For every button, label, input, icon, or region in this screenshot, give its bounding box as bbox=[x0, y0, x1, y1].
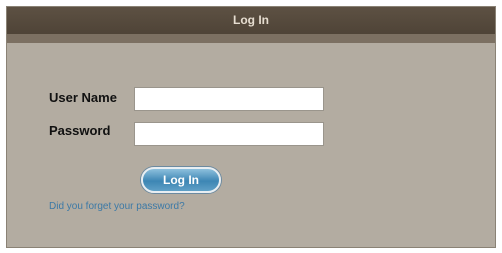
login-panel: Log In User Name Password Log In Did you… bbox=[6, 6, 496, 248]
username-input[interactable] bbox=[134, 87, 324, 111]
login-button-label: Log In bbox=[163, 173, 199, 187]
dialog-header: Log In bbox=[7, 7, 495, 43]
username-label: User Name bbox=[49, 90, 117, 105]
password-label: Password bbox=[49, 123, 111, 138]
forgot-password-link[interactable]: Did you forget your password? bbox=[49, 201, 185, 212]
login-button[interactable]: Log In bbox=[141, 167, 221, 193]
dialog-title: Log In bbox=[233, 13, 269, 27]
password-input[interactable] bbox=[134, 122, 324, 146]
